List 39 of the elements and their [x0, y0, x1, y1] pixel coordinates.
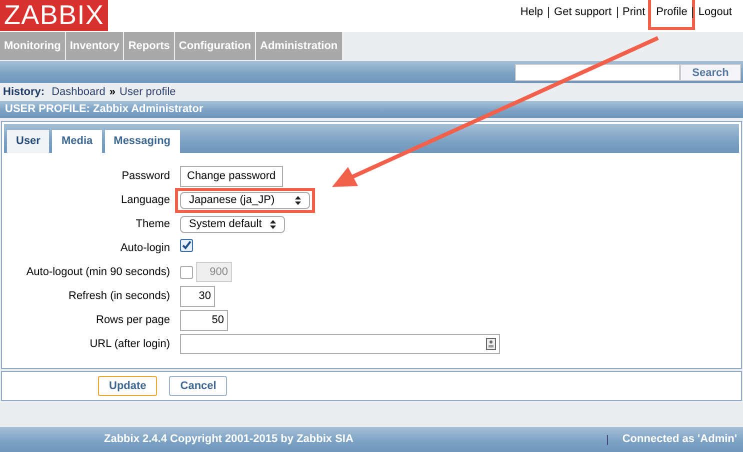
breadcrumb-link[interactable]: Dashboard [52, 84, 106, 100]
field-label: Auto-login [119, 241, 170, 256]
header-link[interactable]: Logout [693, 4, 737, 21]
field-label: Refresh (in seconds) [68, 289, 170, 304]
contact-card-icon [486, 338, 496, 350]
connected-text: Connected as 'Admin' [622, 432, 737, 448]
field-label: Language [120, 193, 170, 208]
change-password-button[interactable]: Change password [180, 166, 283, 186]
checkbox[interactable] [180, 239, 193, 252]
breadcrumb-separator: » [109, 84, 116, 100]
select-field[interactable]: System default [180, 216, 285, 232]
cancel-button[interactable]: Cancel [169, 376, 228, 396]
updown-icon [270, 220, 276, 228]
field-label: Theme [134, 217, 170, 232]
field-label: Password [120, 169, 170, 184]
updown-icon [295, 196, 301, 204]
header-link[interactable]: Get support [549, 4, 617, 21]
header-link[interactable]: Profile [651, 0, 692, 27]
logo: ZABBIX [0, 0, 108, 31]
search-field[interactable] [515, 64, 680, 80]
history-label: History: [3, 84, 45, 100]
copyright-text: Zabbix 2.4.4 Copyright 2001-2015 by Zabbix SIA [104, 432, 354, 448]
number-field[interactable]: 50 [180, 310, 228, 330]
header-link[interactable]: Help [515, 4, 548, 21]
field-label: Rows per page [95, 313, 170, 328]
search-button[interactable]: Search [680, 64, 741, 80]
breadcrumb-link[interactable]: User profile [120, 84, 176, 100]
tab[interactable]: User [7, 130, 50, 153]
checkbox[interactable] [180, 266, 193, 278]
field-label: Auto-logout (min 90 seconds) [25, 265, 170, 280]
tab[interactable]: Media [52, 130, 102, 153]
header-link[interactable]: Print [618, 4, 650, 21]
update-button[interactable]: Update [98, 376, 158, 396]
url-field[interactable] [180, 334, 500, 354]
field-label: URL (after login) [88, 337, 170, 352]
tab[interactable]: Messaging [104, 130, 180, 153]
page-title-bar: USER PROFILE: Zabbix Administrator [0, 101, 743, 118]
select-field[interactable]: Japanese (ja_JP) [180, 192, 310, 208]
number-field[interactable]: 30 [180, 286, 215, 306]
